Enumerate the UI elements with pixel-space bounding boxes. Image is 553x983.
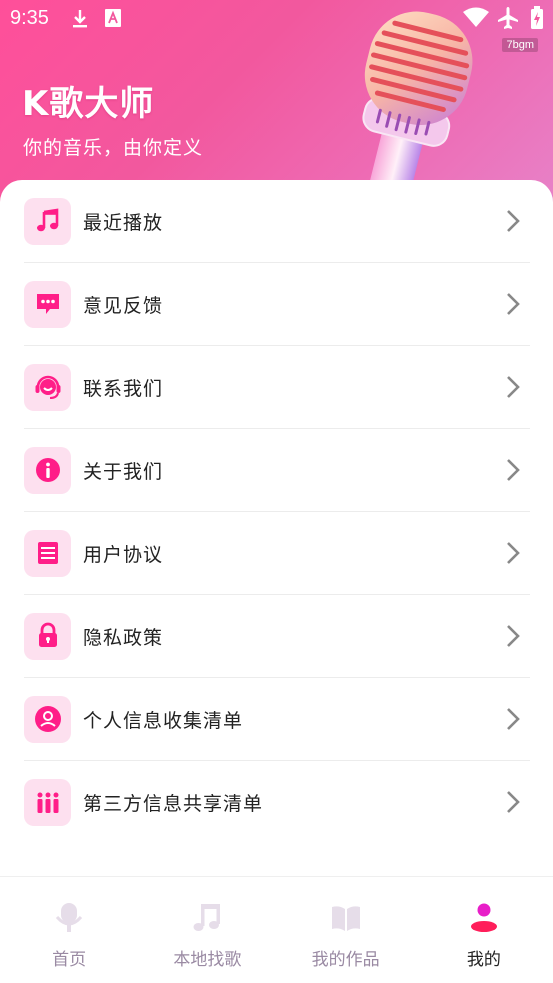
chat-bubble-icon <box>24 280 71 328</box>
bars-icon <box>24 779 71 826</box>
status-time: 9:35 <box>10 7 49 29</box>
menu-item-recent-plays[interactable]: 最近播放 <box>24 180 530 263</box>
app-notification-icon <box>104 8 122 32</box>
tab-mine[interactable]: 我的 <box>415 877 553 983</box>
menu-item-label: 第三方信息共享清单 <box>83 793 264 815</box>
chevron-right-icon <box>506 790 520 818</box>
settings-menu: 最近播放 意见反馈 联系我们 关于我们 用户协议 隐私政策 个人信息收集清单 第… <box>24 180 530 844</box>
airplane-mode-icon <box>496 6 520 34</box>
chevron-right-icon <box>506 624 520 652</box>
headset-icon <box>24 363 71 411</box>
lock-icon <box>24 612 71 660</box>
music-note-icon <box>190 901 224 939</box>
menu-item-label: 隐私政策 <box>83 626 164 649</box>
battery-charging-icon <box>530 6 544 34</box>
watermark-badge: 7bgm <box>502 38 538 52</box>
menu-item-contact-us[interactable]: 联系我们 <box>24 346 530 429</box>
menu-item-user-agreement[interactable]: 用户协议 <box>24 512 530 595</box>
menu-item-label: 个人信息收集清单 <box>83 709 244 732</box>
menu-item-label: 最近播放 <box>83 211 164 234</box>
tab-label: 首页 <box>52 950 87 970</box>
menu-item-personal-info-list[interactable]: 个人信息收集清单 <box>24 678 530 761</box>
tab-my-works[interactable]: 我的作品 <box>277 877 415 983</box>
user-icon <box>467 901 501 939</box>
tab-label: 我的 <box>466 950 501 970</box>
document-icon <box>24 529 71 577</box>
tab-home[interactable]: 首页 <box>0 877 138 983</box>
app-title: K歌大师 <box>22 84 155 124</box>
music-note-icon <box>24 197 71 245</box>
download-icon <box>70 8 90 34</box>
tab-local-songs[interactable]: 本地找歌 <box>138 877 276 983</box>
menu-item-label: 意见反馈 <box>83 294 164 317</box>
tab-label: 我的作品 <box>311 950 380 970</box>
book-icon <box>329 901 363 939</box>
menu-item-label: 联系我们 <box>83 377 164 400</box>
menu-item-feedback[interactable]: 意见反馈 <box>24 263 530 346</box>
chevron-right-icon <box>506 292 520 320</box>
tab-label: 本地找歌 <box>173 950 242 970</box>
chevron-right-icon <box>506 209 520 237</box>
user-circle-icon <box>24 695 71 743</box>
chevron-right-icon <box>506 541 520 569</box>
chevron-right-icon <box>506 458 520 486</box>
microphone-icon <box>52 901 86 939</box>
app-subtitle: 你的音乐，由你定义 <box>23 137 204 159</box>
microphone-illustration <box>332 6 482 199</box>
settings-panel: 最近播放 意见反馈 联系我们 关于我们 用户协议 隐私政策 个人信息收集清单 第… <box>0 180 553 880</box>
menu-item-about-us[interactable]: 关于我们 <box>24 429 530 512</box>
chevron-right-icon <box>506 707 520 735</box>
info-icon <box>24 446 71 494</box>
menu-item-label: 关于我们 <box>83 460 164 483</box>
menu-item-third-party-sharing[interactable]: 第三方信息共享清单 <box>24 761 530 844</box>
bottom-tab-bar: 首页 本地找歌 我的作品 我的 <box>0 876 553 983</box>
menu-item-privacy-policy[interactable]: 隐私政策 <box>24 595 530 678</box>
menu-item-label: 用户协议 <box>83 543 164 566</box>
chevron-right-icon <box>506 375 520 403</box>
